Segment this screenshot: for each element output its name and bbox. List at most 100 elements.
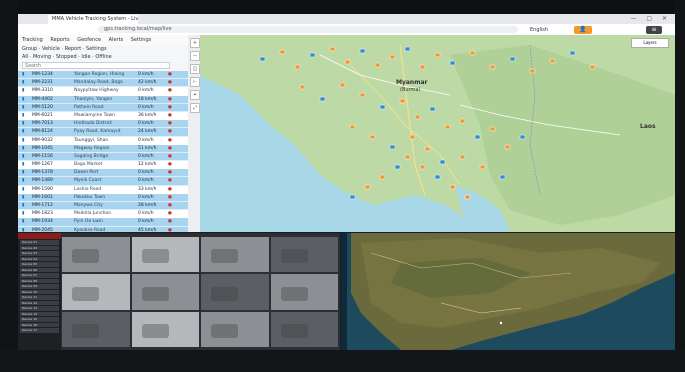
live-map[interactable]: Myanmar (Burma) Laos Layers [200,35,675,232]
vehicle-marker[interactable] [359,92,366,98]
device-tree-item[interactable]: Device 16 [20,322,59,327]
camera-feed[interactable] [201,274,269,310]
device-tree-item[interactable]: Device 12 [20,300,59,305]
camera-feed[interactable] [62,311,130,347]
vehicle-marker[interactable] [529,68,536,74]
filter-all[interactable]: All [22,54,28,60]
vehicle-marker[interactable] [439,159,446,165]
vehicle-marker[interactable] [449,60,456,66]
zoom-in-icon[interactable]: + [190,38,200,48]
satellite-side-toolbar[interactable] [341,233,347,350]
vehicle-marker[interactable] [419,64,426,70]
vehicle-marker[interactable] [349,124,356,130]
menu-item-group[interactable]: Group [22,46,37,52]
language-select[interactable]: English [530,26,548,34]
filter-offline[interactable]: Offline [95,54,111,60]
zoom-out-icon[interactable]: − [190,51,200,61]
device-tree-item[interactable]: Device 08 [20,278,59,283]
fullscreen-icon[interactable]: ⤢ [190,103,200,113]
table-row[interactable]: ▮ MM-6021 Mawlamyine Town 36 km/h ● [18,111,188,121]
table-row[interactable]: ▮ MM-8124 Pyay Road, Kamayut 24 km/h ● [18,128,188,137]
vehicle-marker[interactable] [394,164,401,170]
vehicle-marker[interactable] [344,59,351,65]
vehicle-marker[interactable] [424,146,431,152]
vehicle-marker[interactable] [569,50,576,56]
vehicle-marker[interactable] [329,46,336,52]
vehicle-marker[interactable] [459,154,466,160]
device-tree-item[interactable]: Device 17 [20,328,59,333]
table-row[interactable]: ▮ MM-7013 Hinthada District 0 km/h ● [18,120,188,129]
menu-item-vehicle[interactable]: Vehicle [42,46,60,52]
vehicle-marker[interactable] [404,46,411,52]
vehicle-marker[interactable] [489,64,496,70]
table-row[interactable]: ▮ MM-9032 Taunggyi, Shan 0 km/h ● [18,136,188,145]
camera-feed[interactable] [201,311,269,347]
vehicle-marker[interactable] [359,48,366,54]
vehicle-marker[interactable] [469,50,476,56]
vehicle-marker[interactable] [349,194,356,200]
layers-icon[interactable]: ◫ [190,64,200,74]
device-tree-item[interactable]: Device 14 [20,311,59,316]
device-tree-item[interactable]: Device 15 [20,317,59,322]
table-row[interactable]: ▮ MM-1378 Dawei Port 0 km/h ● [18,169,188,178]
vehicle-marker[interactable] [339,82,346,88]
vehicle-marker[interactable] [459,118,466,124]
table-row[interactable]: ▮ MM-1601 Pakokku Town 0 km/h ● [18,193,188,202]
vehicle-marker[interactable] [389,54,396,60]
toolbar-item-tracking[interactable]: Tracking [22,37,43,43]
device-tree-item[interactable]: Device 04 [20,256,59,261]
vehicle-marker[interactable] [399,98,406,104]
camera-feed[interactable] [131,237,199,273]
device-tree-item[interactable]: Device 13 [20,306,59,311]
vehicle-marker[interactable] [369,134,376,140]
vehicle-marker[interactable] [464,194,471,200]
device-tree-item[interactable]: Device 09 [20,284,59,289]
table-row[interactable]: ▮ MM-2045 Kyaukse Road 45 km/h ● [18,226,188,232]
camera-feed[interactable] [270,237,338,273]
vehicle-marker[interactable] [374,62,381,68]
vehicle-marker[interactable] [389,144,396,150]
vehicle-marker[interactable] [509,56,516,62]
vehicle-marker[interactable] [294,64,301,70]
device-tree-item[interactable]: Device 02 [20,245,59,250]
toolbar-item-alerts[interactable]: Alerts [109,37,124,43]
filter-stopped[interactable]: Stopped [56,54,77,60]
vehicle-marker[interactable] [434,52,441,58]
vehicle-marker[interactable] [474,134,481,140]
vehicle-marker[interactable] [414,114,421,120]
menu-icon[interactable]: ≡ [646,26,662,34]
vehicle-marker[interactable] [499,174,506,180]
device-tree-item[interactable]: Device 05 [20,262,59,267]
satellite-map-window[interactable] [341,233,675,350]
device-tree-item[interactable]: Device 11 [20,295,59,300]
map-layers-button[interactable]: Layers [631,38,669,48]
user-icon[interactable]: 👤 [574,26,592,34]
pin-icon[interactable]: ⌖ [190,90,200,100]
device-tree-item[interactable]: Device 06 [20,267,59,272]
device-tree-item[interactable]: Device 03 [20,251,59,256]
table-row[interactable]: ▮ MM-3310 Naypyitaw Highway 0 km/h ● [18,87,188,96]
vehicle-marker[interactable] [404,154,411,160]
camera-feed[interactable] [270,311,338,347]
vehicle-marker[interactable] [309,52,316,58]
menu-item-settings[interactable]: Settings [86,46,107,52]
url-input[interactable]: gps.tracking.local/map/live [98,26,518,33]
vehicle-marker[interactable] [549,58,556,64]
table-row[interactable]: ▮ MM-1823 Meiktila Junction 0 km/h ● [18,210,188,219]
device-tree-item[interactable]: Device 01 [20,240,59,245]
table-row[interactable]: ▮ MM-1489 Myeik Coast 0 km/h ● [18,177,188,186]
vehicle-marker[interactable] [319,96,326,102]
toolbar-item-reports[interactable]: Reports [50,37,69,43]
vehicle-marker[interactable] [279,49,286,55]
table-row[interactable]: ▮ MM-1590 Lashio Road 33 km/h ● [18,185,188,194]
vehicle-marker[interactable] [589,64,596,70]
vehicle-marker[interactable] [379,104,386,110]
vehicle-marker[interactable] [364,184,371,190]
vehicle-marker[interactable] [489,126,496,132]
camera-feed[interactable] [270,274,338,310]
vehicle-marker[interactable] [419,164,426,170]
table-row[interactable]: ▮ MM-1234 Yangon Region, Hlaing 0 km/h ● [18,71,188,80]
camera-feed[interactable] [62,237,130,273]
device-tree-item[interactable]: Device 10 [20,289,59,294]
vehicle-marker[interactable] [379,174,386,180]
